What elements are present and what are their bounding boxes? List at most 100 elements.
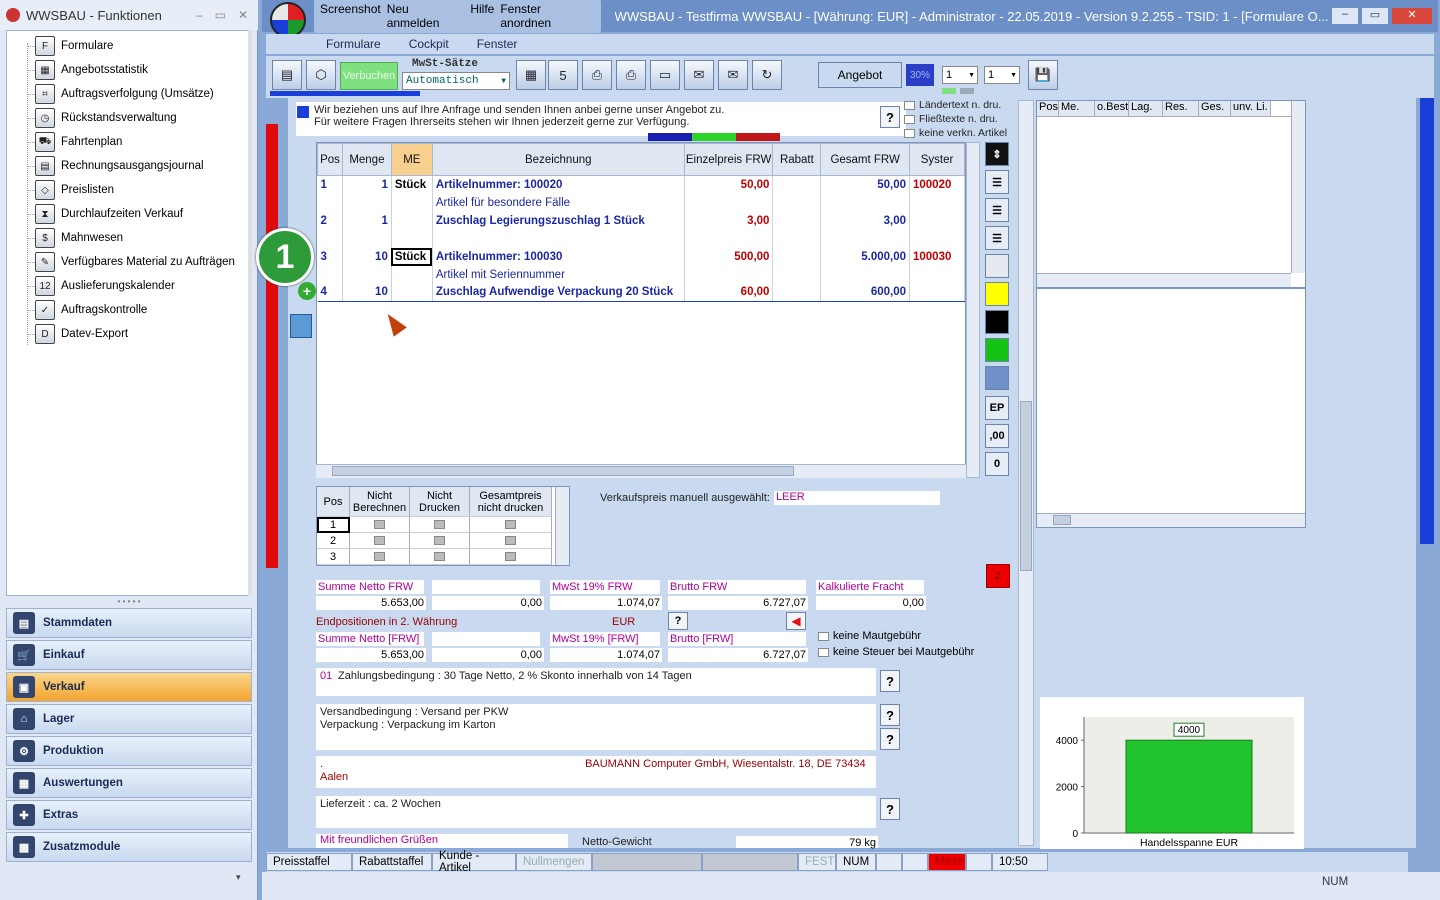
cell-bez[interactable]: Artikel mit Seriennummer xyxy=(432,265,685,284)
cell-gesamt[interactable] xyxy=(820,265,910,284)
table-row[interactable]: 3 10 Stück Artikelnummer: 100030 500,00 5.000… xyxy=(317,247,965,266)
split-row-icon[interactable]: ☰ xyxy=(985,198,1009,222)
keine-steuer-checkbox[interactable]: keine Steuer bei Mautgebühr xyxy=(818,646,974,658)
cell-pos[interactable]: 2 xyxy=(317,211,343,230)
printer-icon[interactable]: ⎙ xyxy=(582,60,612,90)
ep-button[interactable]: EP xyxy=(985,396,1009,420)
cell-ep[interactable] xyxy=(684,193,774,212)
table-row[interactable]: 4 10 Zuschlag Aufwendige Verpackung 20 Stü… xyxy=(317,283,965,302)
nav-lager[interactable]: ⌂ Lager xyxy=(6,704,252,734)
cell-bez[interactable]: Artikelnummer: 100030 xyxy=(432,247,685,266)
option-fliesstexte[interactable]: Fließtexte n. dru. xyxy=(904,112,1007,126)
nav-einkauf[interactable]: 🛒 Einkauf xyxy=(6,640,252,670)
status-slot-11[interactable] xyxy=(966,853,992,871)
cell-me[interactable] xyxy=(391,211,433,230)
grid-scrollbar-vertical[interactable] xyxy=(966,142,980,478)
menu-hilfe[interactable]: Hilfe xyxy=(470,2,494,30)
intro-text[interactable]: Wir beziehen uns auf Ihre Anfrage und se… xyxy=(296,102,906,136)
angebot-button[interactable]: Angebot xyxy=(818,62,902,88)
cell-rabatt[interactable] xyxy=(772,247,822,266)
new-document-icon[interactable]: ▤ xyxy=(272,60,302,90)
cell-bez[interactable]: Artikelnummer: 100020 xyxy=(432,175,685,194)
stock-col[interactable]: Lag. xyxy=(1129,101,1163,116)
cell-bez[interactable]: Artikel für besondere Fälle xyxy=(432,193,685,212)
checkbox-icon[interactable] xyxy=(374,552,385,561)
cell-pos[interactable]: 1 xyxy=(317,175,343,194)
cell-rabatt[interactable] xyxy=(772,229,822,248)
close-icon[interactable]: ✕ xyxy=(1392,8,1432,24)
status-rabattstaffel[interactable]: Rabattstaffel xyxy=(352,853,432,871)
checkbox-icon[interactable] xyxy=(904,128,915,138)
cell-ep[interactable] xyxy=(684,265,774,284)
checkbox-icon[interactable] xyxy=(374,536,385,545)
checkbox-icon[interactable] xyxy=(434,552,445,561)
refresh-icon[interactable]: ↻ xyxy=(752,60,782,90)
help-button[interactable]: ? xyxy=(880,106,900,128)
tree-item[interactable]: 12 Auslieferungskalender xyxy=(35,275,175,297)
stock-col[interactable]: Res. xyxy=(1163,101,1199,116)
cell-me[interactable] xyxy=(391,283,433,302)
tree-item[interactable]: ◇ Preislisten xyxy=(35,179,114,201)
small-row-cell[interactable] xyxy=(350,533,410,549)
cell-menge[interactable]: 1 xyxy=(342,175,392,194)
checkbox-icon[interactable] xyxy=(505,552,516,561)
small-row-pos[interactable]: 3 xyxy=(317,549,350,565)
small-row-pos[interactable]: 2 xyxy=(317,533,350,549)
col-gesamt[interactable]: Gesamt FRW xyxy=(820,143,910,176)
tree-item[interactable]: ▦ Angebotsstatistik xyxy=(35,59,148,81)
cell-gesamt[interactable]: 5.000,00 xyxy=(820,247,910,266)
table-row[interactable]: 2 1 Zuschlag Legierungszuschlag 1 Stück 3,0… xyxy=(317,211,965,230)
arrow-left-icon[interactable]: ◀ xyxy=(786,612,806,630)
move-updown-icon[interactable]: ⇕ xyxy=(985,142,1009,166)
stock-scrollbar-v[interactable] xyxy=(1291,101,1305,273)
tree-item[interactable]: ◷ Rückstandsverwaltung xyxy=(35,107,177,129)
option-laendertext[interactable]: Ländertext n. dru. xyxy=(904,98,1007,112)
small-row-cell[interactable] xyxy=(470,533,552,549)
color-yellow-button[interactable] xyxy=(985,282,1009,306)
cell-sys[interactable]: 100030 xyxy=(909,247,965,266)
checkbox-icon[interactable] xyxy=(434,536,445,545)
color-green-button[interactable] xyxy=(985,338,1009,362)
status-preisstaffel[interactable]: Preisstaffel xyxy=(266,853,352,871)
splitter[interactable]: • • • • • xyxy=(6,598,252,606)
status-num[interactable]: NUM xyxy=(836,853,876,871)
stock-col[interactable]: Me. xyxy=(1059,101,1095,116)
cell-me[interactable] xyxy=(391,193,433,212)
tree-item[interactable]: ⛟ Fahrtenplan xyxy=(35,131,122,153)
calculator-icon[interactable]: ▦ xyxy=(516,60,546,90)
cell-pos[interactable]: 4 xyxy=(317,283,343,302)
cell-me[interactable]: Stück xyxy=(391,175,433,194)
col-einzelpreis[interactable]: Einzelpreis FRW xyxy=(683,143,774,176)
vk-value[interactable]: LEER xyxy=(774,491,940,505)
copies-select-1[interactable]: 1 ▼ xyxy=(942,66,978,84)
cell-gesamt[interactable] xyxy=(820,229,910,248)
panel-scrollbar[interactable] xyxy=(1018,100,1034,846)
insert-row-icon[interactable]: ☰ xyxy=(985,170,1009,194)
cell-menge[interactable] xyxy=(342,193,392,212)
cell-sys[interactable] xyxy=(909,229,965,248)
cell-menge[interactable] xyxy=(342,265,392,284)
status-slot-5[interactable] xyxy=(702,853,798,871)
restore-icon[interactable]: ▭ xyxy=(1362,8,1388,24)
address-field[interactable]: . BAUMANN Computer GmbH, Wiesentalstr. 18… xyxy=(316,756,876,788)
stock-col[interactable]: unv. Li. xyxy=(1231,101,1271,116)
checkbox-icon[interactable] xyxy=(904,100,915,110)
checkbox-icon[interactable] xyxy=(434,520,445,529)
table-row[interactable]: Artikel mit Seriennummer xyxy=(317,265,965,284)
color-blue-button[interactable] xyxy=(985,366,1009,390)
versand-help-button[interactable]: ? xyxy=(880,704,900,726)
cell-menge[interactable]: 1 xyxy=(342,211,392,230)
decimal-button[interactable]: ,00 xyxy=(985,424,1009,448)
nav-expand-icon[interactable]: ▾ xyxy=(236,872,241,883)
menu-fenster[interactable]: Fenster xyxy=(477,37,518,51)
currency-help-button[interactable]: ? xyxy=(668,612,688,630)
status-miete[interactable]: Miete xyxy=(928,853,966,871)
cell-rabatt[interactable] xyxy=(772,175,822,194)
email-icon[interactable]: ✉ xyxy=(684,60,714,90)
calendar-icon[interactable]: 5 xyxy=(548,60,578,90)
email-settings-icon[interactable]: ✉ xyxy=(718,60,748,90)
nav-auswertungen[interactable]: ▦ Auswertungen xyxy=(6,768,252,798)
nav-zusatzmodule[interactable]: ▩ Zusatzmodule xyxy=(6,832,252,862)
cell-gesamt[interactable]: 50,00 xyxy=(820,175,910,194)
tree-item[interactable]: ✓ Auftragskontrolle xyxy=(35,299,147,321)
